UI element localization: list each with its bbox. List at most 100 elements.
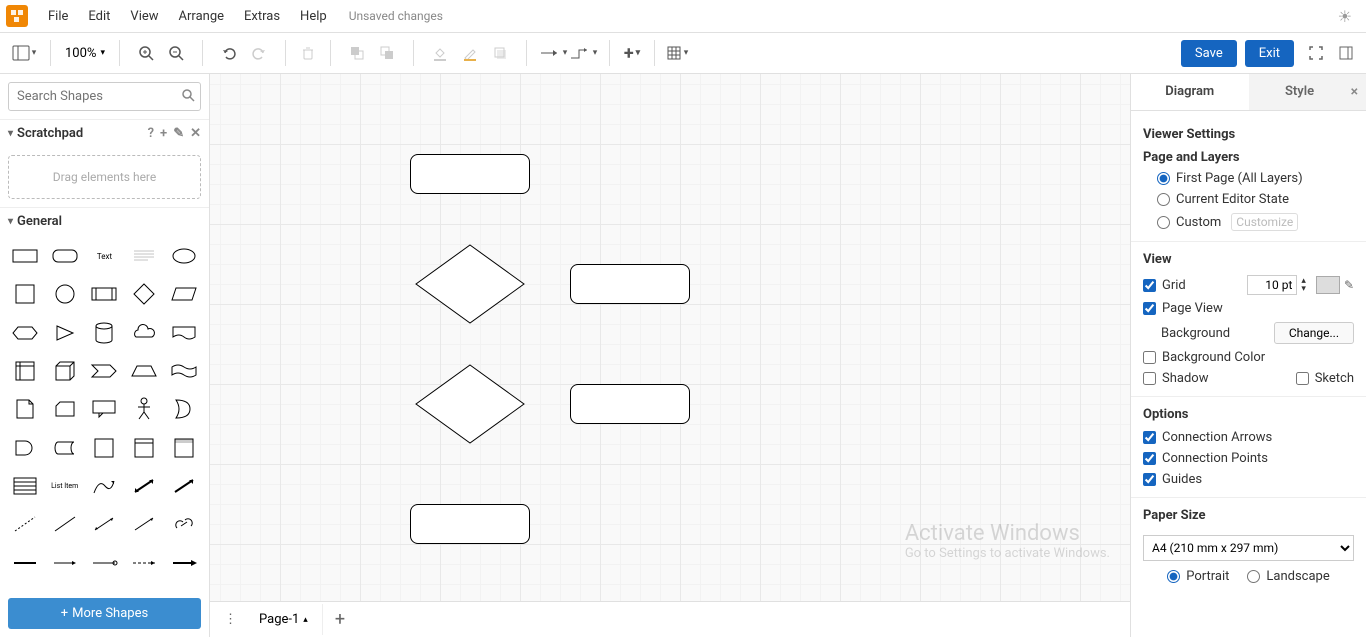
add-page-button[interactable]: + xyxy=(323,609,357,630)
shape-note[interactable] xyxy=(6,394,44,424)
shape-and[interactable] xyxy=(6,433,44,463)
shape-arrow[interactable] xyxy=(165,471,203,501)
zoom-in-button[interactable] xyxy=(132,39,160,67)
menu-view[interactable]: View xyxy=(120,5,168,28)
search-icon[interactable] xyxy=(181,87,195,106)
page-tab-1[interactable]: Page-1 ▴ xyxy=(245,604,323,635)
app-logo[interactable] xyxy=(6,5,28,27)
scratchpad-dropzone[interactable]: Drag elements here xyxy=(8,155,201,199)
radio-custom[interactable]: CustomCustomize xyxy=(1157,213,1354,231)
shape-diamond[interactable] xyxy=(125,279,163,309)
shape-list-item[interactable]: List Item xyxy=(46,471,84,501)
shape-document[interactable] xyxy=(165,318,203,348)
canvas-shape-rect-3[interactable] xyxy=(570,384,690,424)
grid-size-input[interactable] xyxy=(1247,275,1297,295)
shape-actor[interactable] xyxy=(125,394,163,424)
menu-edit[interactable]: Edit xyxy=(78,5,120,28)
undo-button[interactable] xyxy=(215,39,243,67)
tab-style[interactable]: Style × xyxy=(1249,74,1366,110)
shape-square[interactable] xyxy=(6,279,44,309)
stepper-icon[interactable]: ▴▾ xyxy=(1301,277,1306,293)
shape-rectangle[interactable] xyxy=(6,241,44,271)
more-shapes-button[interactable]: +More Shapes xyxy=(8,598,201,629)
shape-ellipse[interactable] xyxy=(165,241,203,271)
shape-or[interactable] xyxy=(165,394,203,424)
zoom-out-button[interactable] xyxy=(162,39,190,67)
connection-style-button[interactable]: ▾ xyxy=(539,39,567,67)
shape-triangle[interactable] xyxy=(46,318,84,348)
canvas-shape-diamond-2[interactable] xyxy=(415,364,525,444)
paper-size-select[interactable]: A4 (210 mm x 297 mm) xyxy=(1143,535,1354,561)
shape-parallelogram[interactable] xyxy=(165,279,203,309)
line-color-button[interactable] xyxy=(456,39,484,67)
shape-line[interactable] xyxy=(46,509,84,539)
exit-button[interactable]: Exit xyxy=(1245,40,1294,67)
shape-conn-1[interactable] xyxy=(6,548,44,578)
shape-conn-4[interactable] xyxy=(125,548,163,578)
add-scratch-icon[interactable]: + xyxy=(160,126,167,141)
change-background-button[interactable]: Change... xyxy=(1274,322,1354,344)
check-grid[interactable]: Grid xyxy=(1143,278,1186,293)
check-conn-arrows[interactable]: Connection Arrows xyxy=(1143,430,1354,445)
shape-list[interactable] xyxy=(6,471,44,501)
help-icon[interactable]: ? xyxy=(148,126,154,141)
shape-container[interactable] xyxy=(86,433,124,463)
menu-help[interactable]: Help xyxy=(290,5,337,28)
format-panel-toggle[interactable] xyxy=(1332,39,1360,67)
to-front-button[interactable] xyxy=(343,39,371,67)
shape-conn-3[interactable] xyxy=(86,548,124,578)
menu-extras[interactable]: Extras xyxy=(234,5,290,28)
shape-cube[interactable] xyxy=(46,356,84,386)
canvas-shape-rect-1[interactable] xyxy=(410,154,530,194)
customize-link[interactable]: Customize xyxy=(1231,213,1298,231)
check-sketch[interactable]: Sketch xyxy=(1296,371,1354,386)
grid-color-swatch[interactable] xyxy=(1316,276,1340,294)
shadow-button[interactable] xyxy=(486,39,514,67)
fill-color-button[interactable] xyxy=(426,39,454,67)
check-background-color[interactable]: Background Color xyxy=(1143,350,1354,365)
check-page-view[interactable]: Page View xyxy=(1143,301,1354,316)
check-conn-points[interactable]: Connection Points xyxy=(1143,451,1354,466)
shape-link[interactable] xyxy=(165,509,203,539)
menu-file[interactable]: File xyxy=(38,5,78,28)
table-button[interactable]: ▾ xyxy=(663,39,691,67)
shape-dashed-line[interactable] xyxy=(6,509,44,539)
shape-container-titled[interactable] xyxy=(125,433,163,463)
shape-tape[interactable] xyxy=(165,356,203,386)
radio-landscape[interactable]: Landscape xyxy=(1247,569,1329,584)
shape-step[interactable] xyxy=(86,356,124,386)
shape-conn-2[interactable] xyxy=(46,548,84,578)
close-panel-icon[interactable]: × xyxy=(1351,84,1358,100)
search-shapes-input[interactable] xyxy=(8,82,201,111)
general-header[interactable]: ▾ General xyxy=(0,207,209,235)
shape-callout[interactable] xyxy=(86,394,124,424)
shape-hexagon[interactable] xyxy=(6,318,44,348)
shape-conn-5[interactable] xyxy=(165,548,203,578)
shape-thin-arrow[interactable] xyxy=(125,509,163,539)
canvas-shape-rect-2[interactable] xyxy=(570,264,690,304)
shape-textbox[interactable] xyxy=(125,241,163,271)
check-guides[interactable]: Guides xyxy=(1143,472,1354,487)
radio-portrait[interactable]: Portrait xyxy=(1167,569,1229,584)
check-shadow[interactable]: Shadow xyxy=(1143,371,1208,386)
canvas-shape-diamond-1[interactable] xyxy=(415,244,525,324)
shape-bidir-thin[interactable] xyxy=(86,509,124,539)
delete-button[interactable] xyxy=(294,39,322,67)
radio-first-page[interactable]: First Page (All Layers) xyxy=(1157,171,1354,186)
tab-diagram[interactable]: Diagram xyxy=(1131,74,1249,110)
shape-container-window[interactable] xyxy=(165,433,203,463)
close-scratch-icon[interactable]: ✕ xyxy=(190,126,201,141)
shape-card[interactable] xyxy=(46,394,84,424)
theme-toggle-icon[interactable]: ☀ xyxy=(1330,7,1360,26)
shape-text[interactable]: Text xyxy=(86,241,124,271)
pages-menu-button[interactable]: ⋮ xyxy=(216,612,245,627)
save-button[interactable]: Save xyxy=(1181,40,1237,67)
shape-process[interactable] xyxy=(86,279,124,309)
shape-circle[interactable] xyxy=(46,279,84,309)
canvas-shape-rect-4[interactable] xyxy=(410,504,530,544)
radio-current-editor[interactable]: Current Editor State xyxy=(1157,192,1354,207)
zoom-dropdown[interactable]: 100% ▾ xyxy=(59,42,111,65)
shape-curve[interactable] xyxy=(86,471,124,501)
menu-arrange[interactable]: Arrange xyxy=(169,5,234,28)
shape-data-storage[interactable] xyxy=(46,433,84,463)
